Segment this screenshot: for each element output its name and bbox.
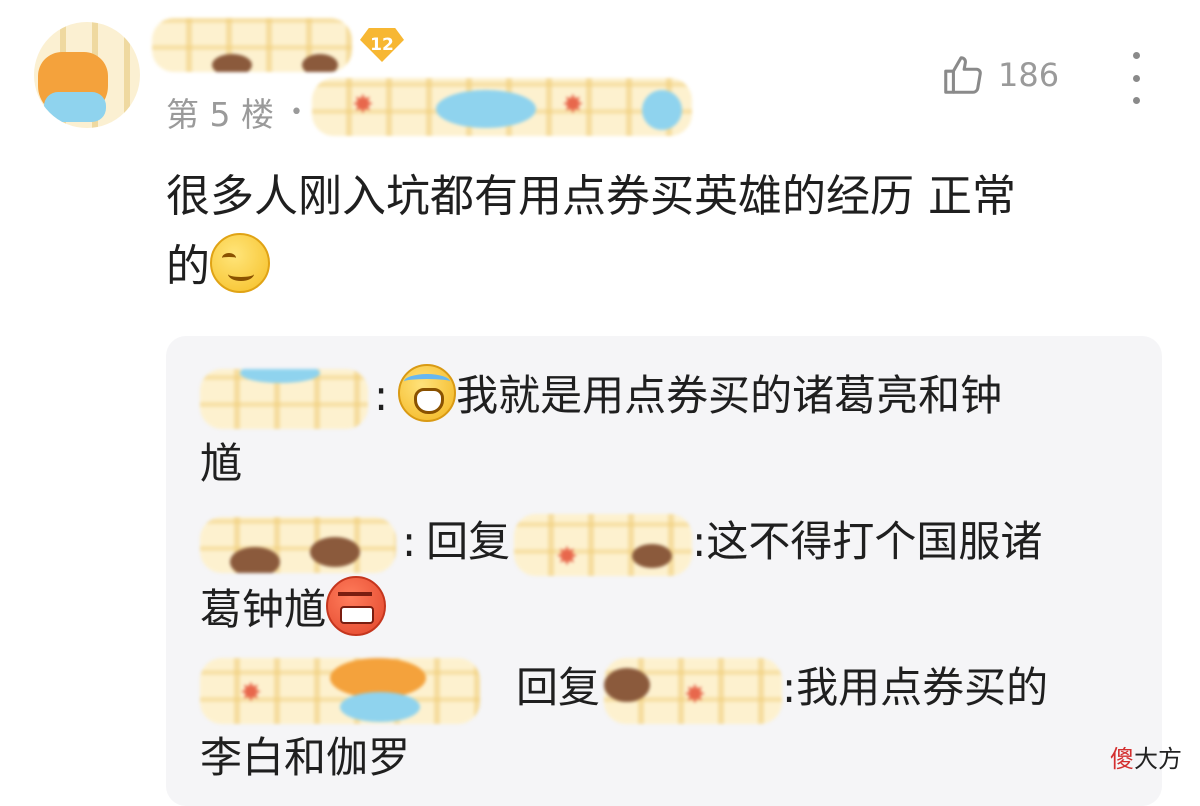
more-vertical-icon [1132, 52, 1140, 59]
comment-line: 很多人刚入坑都有用点券买英雄的经历 正常 [166, 171, 1016, 222]
reply-text: 葛钟馗 [200, 585, 327, 634]
reply-target-obscured[interactable]: ✸ [514, 513, 693, 576]
thumbs-up-icon [944, 56, 982, 94]
floor-separator: • [289, 99, 303, 125]
smirk-emoji-icon [210, 233, 270, 293]
more-options-button[interactable] [1126, 52, 1146, 104]
replies-panel[interactable]: : 我就是用点券买的诸葛亮和钟 馗 : 回复 ✸ :这不得打个国服诸 葛钟馗 ✸ 回… [166, 336, 1162, 806]
reply-author-obscured[interactable] [200, 516, 396, 573]
reply-keyword: 回复 [426, 517, 511, 566]
like-button[interactable]: 186 [940, 52, 1059, 98]
comment-line: 的 [166, 241, 210, 292]
reply-keyword: 回复 [516, 663, 601, 712]
reply-text: 我就是用点券买的诸葛亮和钟 [456, 371, 1003, 420]
username-obscured[interactable] [152, 18, 352, 72]
like-count: 186 [998, 56, 1060, 94]
watermark: 傻大方 [1110, 745, 1182, 773]
comment-body: 很多人刚入坑都有用点券买英雄的经历 正常 的 [166, 162, 1156, 302]
angry-emoji-icon [326, 576, 387, 636]
reply-author-obscured[interactable] [200, 368, 368, 429]
reply-author-obscured[interactable]: ✸ [200, 657, 480, 724]
reply-item[interactable]: ✸ 回复 ✸ :我用点券买的 李白和伽罗 [200, 654, 1120, 792]
floor-label: 第 5 楼 [166, 95, 274, 134]
reply-text: 李白和伽罗 [200, 732, 411, 782]
reply-text: 馗 [200, 439, 243, 488]
user-avatar[interactable] [34, 22, 140, 128]
user-tag-obscured: ✸ ✸ [312, 78, 692, 136]
level-badge: 12 [360, 28, 404, 62]
reply-item[interactable]: : 回复 ✸ :这不得打个国服诸 葛钟馗 [200, 508, 1120, 644]
crying-emoji-icon [398, 364, 457, 422]
reply-target-obscured[interactable]: ✸ [604, 657, 783, 724]
reply-text: 我用点券买的 [796, 663, 1049, 712]
avatar-mask-image [44, 92, 106, 122]
floor-meta: 第 5 楼 • [166, 88, 311, 136]
reply-text: 这不得打个国服诸 [706, 517, 1043, 566]
reply-item[interactable]: : 我就是用点券买的诸葛亮和钟 馗 [200, 362, 1120, 498]
level-number: 12 [370, 35, 394, 55]
